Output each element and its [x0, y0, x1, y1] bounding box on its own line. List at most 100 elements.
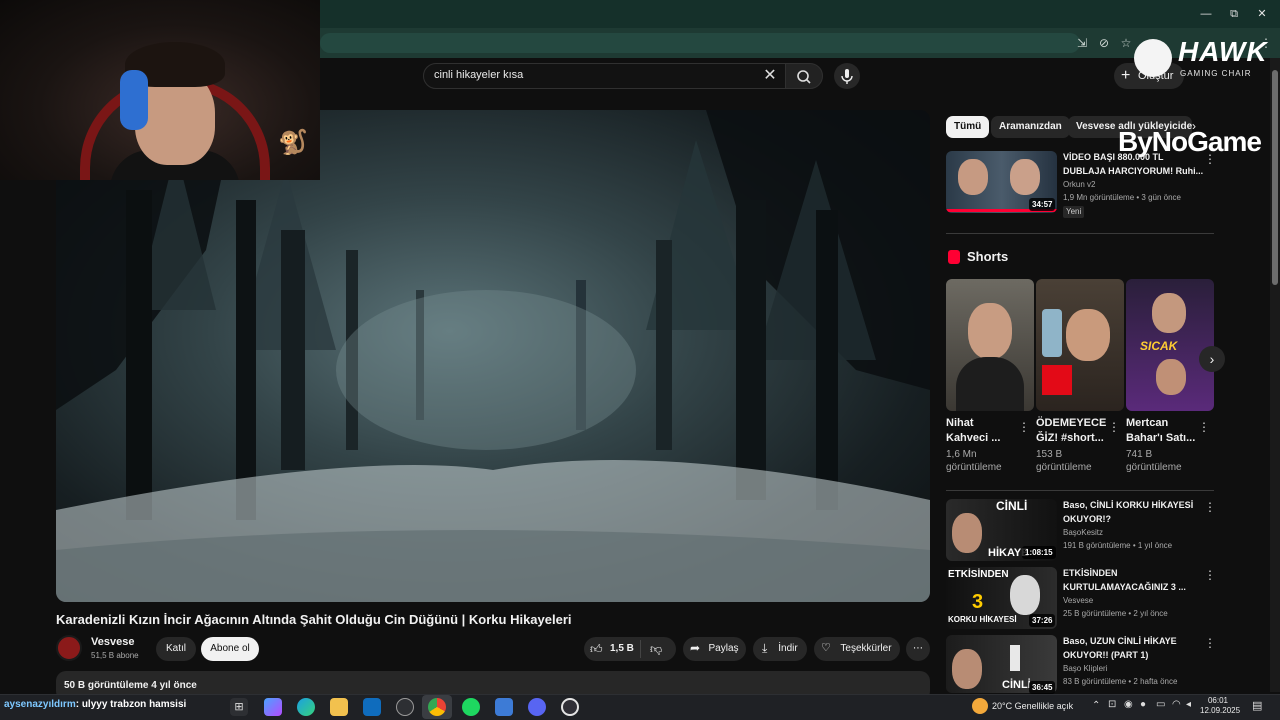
shorts-logo-icon: [948, 250, 960, 264]
camera-icon[interactable]: ◉: [1124, 699, 1133, 710]
divider: [946, 233, 1214, 234]
video-title-line[interactable]: ETKİSİNDEN: [1063, 566, 1118, 580]
dislike-icon[interactable]: 👎︎: [650, 641, 666, 657]
join-button[interactable]: Katıl: [156, 637, 196, 661]
more-options-icon[interactable]: ⋮: [1204, 152, 1216, 166]
video-title-line[interactable]: Baso, UZUN CİNLİ HİKAYE: [1063, 634, 1177, 648]
minimize-button[interactable]: —: [1196, 6, 1216, 22]
more-options-icon[interactable]: ⋮: [1198, 420, 1210, 434]
notification-icon[interactable]: ▤: [1252, 699, 1262, 712]
short-thumbnail[interactable]: SICAK: [1126, 279, 1214, 411]
thumbnail-face: [968, 303, 1012, 359]
video-meta: 25 B görüntüleme • 2 yıl önce: [1063, 609, 1168, 618]
discord-icon[interactable]: [528, 698, 546, 716]
address-bar[interactable]: [320, 33, 1080, 53]
chevron-up-icon[interactable]: ⌃: [1092, 700, 1100, 711]
hawk-logo-icon: [1134, 39, 1172, 77]
short-title-line[interactable]: Bahar'ı Satı...: [1126, 431, 1196, 446]
xbox-icon[interactable]: [396, 698, 414, 716]
video-title-line[interactable]: OKUYOR!?: [1063, 512, 1111, 526]
video-channel[interactable]: Vesvese: [1063, 594, 1093, 608]
channel-name[interactable]: Vesvese: [91, 636, 134, 648]
video-title-line[interactable]: Baso, CİNLİ KORKU HİKAYESİ: [1063, 498, 1193, 512]
more-options-icon[interactable]: ⋮: [1204, 500, 1216, 514]
app-icon[interactable]: [495, 698, 513, 716]
maximize-button[interactable]: ⧉: [1224, 6, 1244, 22]
video-title-line[interactable]: OKUYOR!! (PART 1): [1063, 648, 1148, 662]
thumbnail-face: [1066, 309, 1110, 361]
install-app-icon[interactable]: ⇲: [1074, 35, 1090, 51]
short-title-line[interactable]: Kahveci ...: [946, 431, 1016, 446]
voice-search-button[interactable]: [834, 63, 860, 89]
clear-search-icon[interactable]: ✕: [760, 66, 780, 86]
thumbnail-face: [958, 159, 988, 195]
microphone-icon[interactable]: ●: [1140, 699, 1146, 710]
chip-from-search[interactable]: Aramanızdan: [991, 116, 1070, 138]
volume-icon[interactable]: ◂: [1186, 699, 1191, 710]
chip-all[interactable]: Tümü: [946, 116, 990, 138]
bookmark-star-icon[interactable]: ☆: [1118, 35, 1134, 51]
streamer-webcam: 🐒: [0, 0, 320, 180]
video-channel[interactable]: Başo Klipleri: [1063, 662, 1107, 676]
video-channel[interactable]: BaşoKesitz: [1063, 526, 1103, 540]
video-player[interactable]: [56, 110, 930, 602]
like-icon[interactable]: 👍︎: [590, 641, 606, 657]
network-icon[interactable]: ⊡: [1108, 699, 1116, 710]
thumbnail-figure: [1010, 645, 1020, 671]
wifi-icon[interactable]: ◠: [1172, 699, 1181, 710]
search-button[interactable]: [785, 63, 823, 89]
taskbar: [0, 694, 1280, 720]
video-meta: 1,9 Mn görüntüleme • 3 gün önce: [1063, 193, 1181, 202]
edge-icon[interactable]: [297, 698, 315, 716]
more-actions-button[interactable]: ⋯: [906, 637, 930, 661]
close-window-button[interactable]: ✕: [1252, 6, 1272, 22]
outlook-icon[interactable]: [363, 698, 381, 716]
phone-icon: [1042, 309, 1062, 357]
thumbnail-caption: KORKU HİKAYESİ: [948, 615, 1017, 624]
thumbnail-face: [952, 649, 982, 689]
clock-time: 06:01: [1207, 696, 1229, 705]
channel-avatar[interactable]: [56, 635, 82, 661]
short-title-line[interactable]: ÖDEMEYECE: [1036, 416, 1106, 431]
obs-icon[interactable]: [561, 698, 579, 716]
thumbnail-shirt: [956, 357, 1024, 411]
like-divider: [640, 640, 641, 658]
file-explorer-icon[interactable]: [330, 698, 348, 716]
display-icon[interactable]: ▭: [1156, 699, 1165, 710]
subscribe-button[interactable]: Abone ol: [201, 637, 259, 661]
more-options-icon[interactable]: ⋮: [1204, 568, 1216, 582]
chat-ticker: aysenazyıldırm: ulyyy trabzon hamsisi: [4, 699, 186, 710]
more-options-icon[interactable]: ⋮: [1108, 420, 1120, 434]
weather-icon[interactable]: [972, 698, 988, 714]
spotify-icon[interactable]: [462, 698, 480, 716]
clock[interactable]: 06:01 12.09.2025: [1200, 696, 1240, 716]
task-view-icon[interactable]: ⊞: [230, 698, 248, 716]
video-channel[interactable]: Orkun v2: [1063, 178, 1095, 192]
short-title-line[interactable]: ĞİZ! #short...: [1036, 431, 1106, 446]
flag-icon: [1042, 365, 1072, 395]
short-title-line[interactable]: Nihat: [946, 416, 1016, 431]
short-views: 1,6 Mn: [946, 449, 977, 460]
video-title-line[interactable]: DUBLAJA HARCIYORUM! Ruhi...: [1063, 164, 1203, 178]
shorts-next-button[interactable]: ›: [1199, 346, 1225, 372]
short-views: görüntüleme: [1036, 462, 1092, 473]
short-title-line[interactable]: Mertcan: [1126, 416, 1196, 431]
more-options-icon[interactable]: ⋮: [1018, 420, 1030, 434]
thumbnail-caption: CİNLİ: [1002, 679, 1031, 691]
like-count[interactable]: 1,5 B: [610, 643, 634, 654]
video-title-line[interactable]: VİDEO BAŞI 880.000 TL: [1063, 150, 1164, 164]
shorts-heading: Shorts: [967, 249, 1009, 264]
short-thumbnail[interactable]: [946, 279, 1034, 411]
chat-message: : ulyyy trabzon hamsisi: [75, 699, 187, 710]
weather-text[interactable]: 20°C Genellikle açık: [992, 701, 1073, 711]
scrollbar-thumb[interactable]: [1272, 70, 1278, 285]
chrome-icon[interactable]: [428, 698, 446, 716]
tracking-off-icon[interactable]: ⊘: [1096, 35, 1112, 51]
short-thumbnail[interactable]: [1036, 279, 1124, 411]
more-options-icon[interactable]: ⋮: [1204, 636, 1216, 650]
copilot-icon[interactable]: [264, 698, 282, 716]
video-title-line[interactable]: KURTULAMAYACAĞINIZ 3 ...: [1063, 580, 1186, 594]
search-input[interactable]: cinli hikayeler kısa: [434, 69, 523, 81]
new-badge: Yeni: [1063, 206, 1085, 218]
short-caption: SICAK: [1140, 339, 1178, 353]
